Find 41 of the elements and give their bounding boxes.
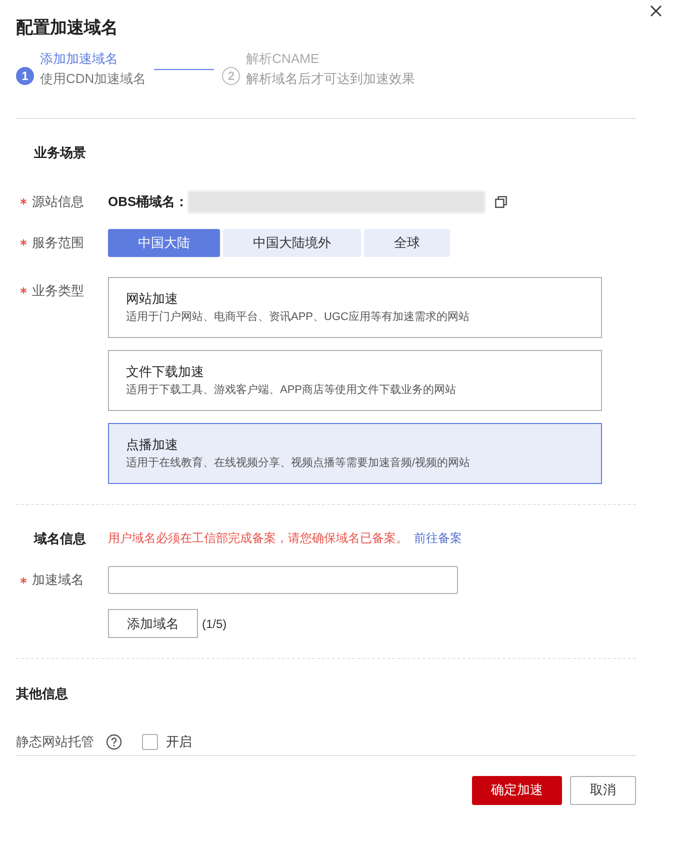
step-description: 使用CDN加速域名 bbox=[40, 70, 146, 88]
scope-option[interactable]: 中国大陆 bbox=[108, 228, 220, 256]
card-title: 点播加速 bbox=[126, 436, 179, 454]
service-type-card[interactable]: 点播加速 适用于在线教育、在线视频分享、视频点播等需要加速音频/视频的网站 bbox=[108, 422, 602, 484]
section-title: 业务场景 bbox=[34, 144, 87, 162]
card-title: 文件下载加速 bbox=[126, 362, 205, 380]
copy-icon[interactable] bbox=[495, 196, 508, 208]
field-label: 静态网站托管 bbox=[16, 732, 94, 751]
field-label: 加速域名 bbox=[32, 571, 84, 590]
cancel-button[interactable]: 取消 bbox=[570, 776, 636, 804]
step-connector bbox=[154, 68, 214, 70]
add-domain-button[interactable]: 添加域名 bbox=[108, 609, 198, 638]
field-label: 业务类型 bbox=[32, 282, 84, 300]
checkbox-label: 开启 bbox=[166, 732, 192, 751]
domain-count: (1/5) bbox=[202, 616, 227, 632]
value-label: OBS桶域名： bbox=[108, 192, 188, 211]
card-title: 网站加速 bbox=[126, 290, 179, 308]
step-number: 2 bbox=[222, 67, 240, 85]
scope-option[interactable]: 全球 bbox=[364, 228, 450, 256]
scope-option[interactable]: 中国大陆境外 bbox=[223, 228, 361, 256]
help-icon[interactable] bbox=[106, 734, 122, 750]
step-title: 解析CNAME bbox=[246, 50, 320, 68]
step-number: 1 bbox=[16, 67, 34, 85]
confirm-button[interactable]: 确定加速 bbox=[472, 776, 562, 804]
notice-text: 用户域名必须在工信部完成备案，请您确保域名已备案。 bbox=[108, 530, 408, 548]
field-label: 源站信息 bbox=[32, 192, 84, 211]
section-title: 域名信息 bbox=[34, 530, 87, 548]
field-label: 服务范围 bbox=[32, 234, 84, 252]
card-description: 适用于下载工具、游戏客户端、APP商店等使用文件下载业务的网站 bbox=[126, 382, 458, 398]
filing-link[interactable]: 前往备案 bbox=[414, 529, 462, 548]
dialog-title: 配置加速域名 bbox=[16, 18, 118, 37]
step-description: 解析域名后才可达到加速效果 bbox=[246, 70, 416, 88]
close-button[interactable] bbox=[648, 3, 664, 19]
service-type-card[interactable]: 文件下载加速 适用于下载工具、游戏客户端、APP商店等使用文件下载业务的网站 bbox=[108, 350, 602, 410]
card-description: 适用于在线教育、在线视频分享、视频点播等需要加速音频/视频的网站 bbox=[126, 456, 472, 470]
section-title: 其他信息 bbox=[16, 685, 69, 703]
domain-input[interactable] bbox=[108, 566, 458, 594]
card-description: 适用于门户网站、电商平台、资讯APP、UGC应用等有加速需求的网站 bbox=[126, 310, 470, 324]
step-title: 添加加速域名 bbox=[40, 50, 119, 68]
checkbox[interactable] bbox=[142, 734, 158, 750]
service-type-card[interactable]: 网站加速 适用于门户网站、电商平台、资讯APP、UGC应用等有加速需求的网站 bbox=[108, 276, 602, 338]
